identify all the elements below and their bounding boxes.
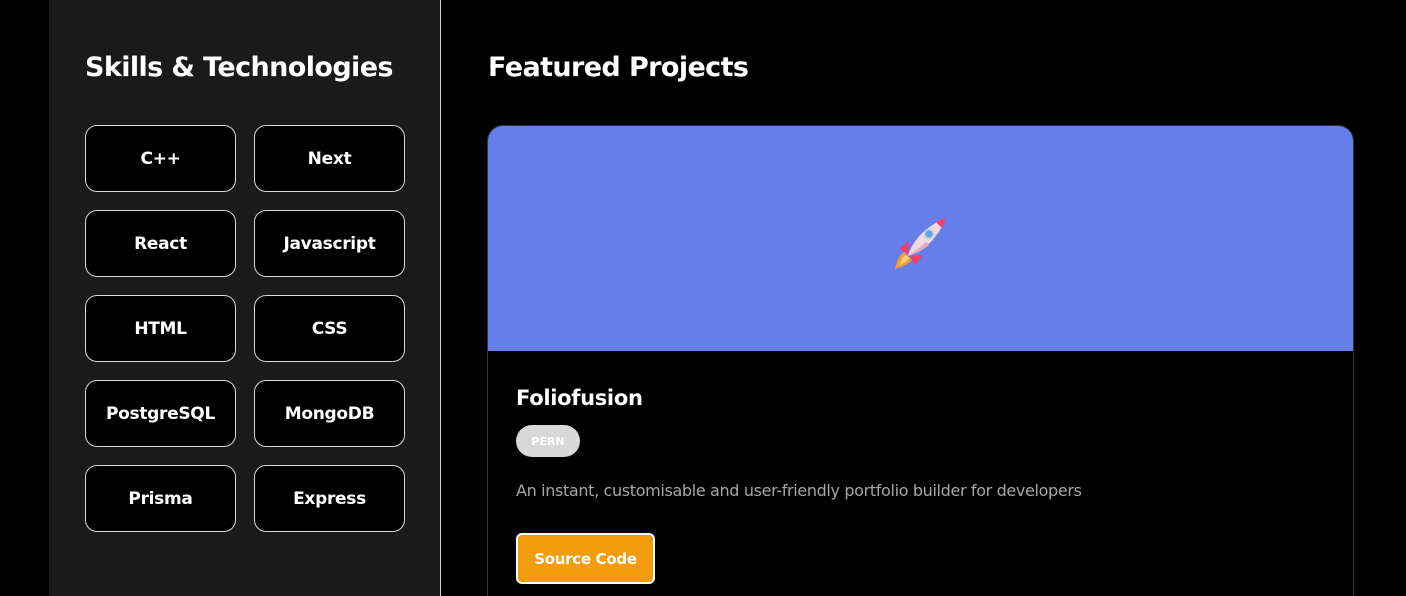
project-card: Foliofusion PERN An instant, customisabl… [487, 125, 1354, 596]
skills-title: Skills & Technologies [85, 52, 394, 83]
source-code-button[interactable]: Source Code [516, 533, 655, 584]
project-description: An instant, customisable and user-friend… [516, 481, 1082, 500]
projects-title: Featured Projects [488, 52, 749, 83]
project-name: Foliofusion [516, 386, 643, 410]
skills-panel: Skills & Technologies C++ Next React Jav… [49, 0, 441, 596]
skills-grid: C++ Next React Javascript HTML CSS Postg… [85, 125, 405, 532]
rocket-icon [895, 218, 946, 269]
skill-chip-mongodb: MongoDB [254, 380, 405, 447]
skill-chip-javascript: Javascript [254, 210, 405, 277]
skill-chip-prisma: Prisma [85, 465, 236, 532]
skill-chip-next: Next [254, 125, 405, 192]
project-banner [488, 126, 1353, 351]
skill-chip-cpp: C++ [85, 125, 236, 192]
skill-chip-react: React [85, 210, 236, 277]
skill-chip-css: CSS [254, 295, 405, 362]
skill-chip-express: Express [254, 465, 405, 532]
portfolio-page: Skills & Technologies C++ Next React Jav… [0, 0, 1406, 596]
stack-badge: PERN [516, 425, 580, 457]
skill-chip-html: HTML [85, 295, 236, 362]
skill-chip-postgresql: PostgreSQL [85, 380, 236, 447]
